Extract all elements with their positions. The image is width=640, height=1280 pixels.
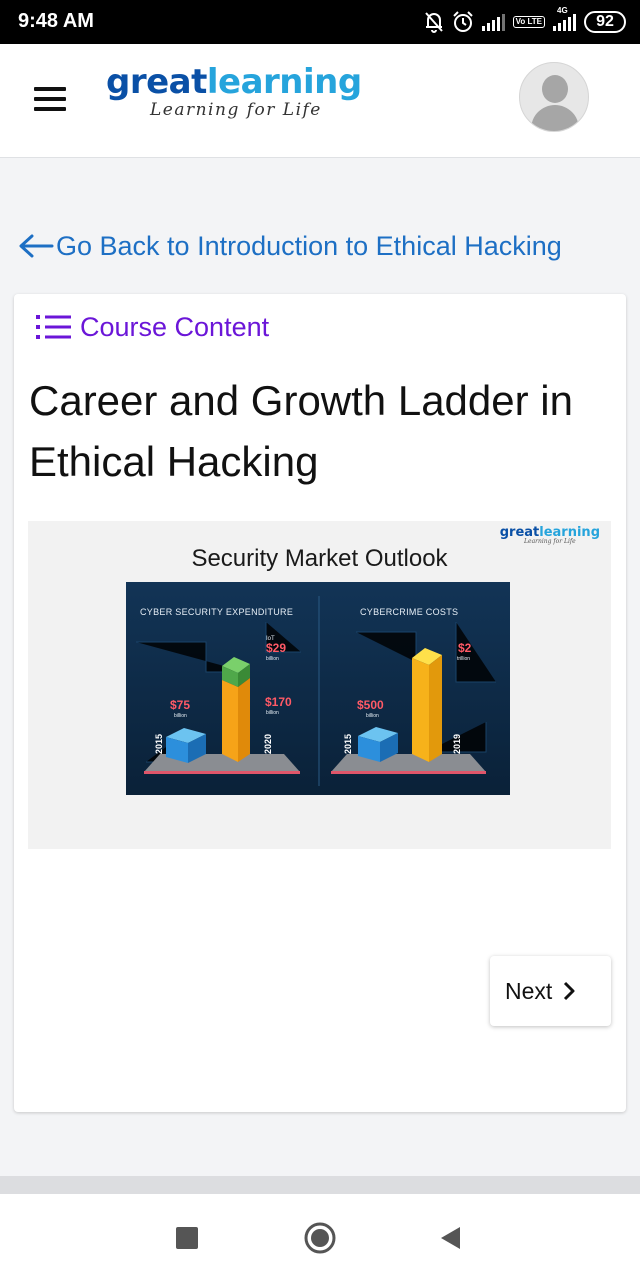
signal-4g-icon: 4G	[553, 6, 576, 31]
infographic-panel: CYBER SECURITY EXPENDITURE IoT $29 billi…	[126, 582, 510, 795]
panel-heading-expenditure: CYBER SECURITY EXPENDITURE	[140, 607, 293, 617]
alarm-icon	[452, 11, 473, 32]
status-time: 9:48 AM	[18, 10, 94, 32]
greatlearning-logo[interactable]: greatlearning Learning for Life	[106, 62, 386, 132]
content-bottom-divider	[0, 1176, 640, 1194]
slide-title: Security Market Outlook	[191, 545, 448, 572]
back-link-label: Go Back to Introduction to Ethical Hacki…	[56, 230, 562, 261]
cybercrime-2015-value: $500	[357, 698, 384, 712]
app-header: greatlearning Learning for Life	[0, 44, 640, 158]
system-nav-bar	[0, 1194, 640, 1280]
battery-level: 92	[596, 13, 614, 30]
volte-icon: Vo LTE	[512, 16, 545, 28]
network-type-label: 4G	[557, 6, 568, 15]
expenditure-2020-value: $170	[265, 695, 292, 709]
status-bar: 9:48 AM Vo LTE 4G 92	[0, 0, 640, 44]
cybercrime-2019-year: 2019	[452, 734, 462, 754]
course-content-button[interactable]: Course Content	[34, 310, 269, 344]
expenditure-2015-value: $75	[170, 698, 190, 712]
slide-logo: greatlearning Learning for Life	[500, 525, 600, 545]
back-triangle-icon[interactable]	[436, 1222, 468, 1254]
expenditure-2020-unit: billion	[266, 710, 279, 716]
logo-word-learning: learning	[206, 62, 362, 102]
lesson-title: Career and Growth Ladder in Ethical Hack…	[29, 377, 573, 485]
battery-icon: 92	[584, 11, 626, 33]
list-icon	[36, 315, 71, 339]
cybercrime-2019-unit: trillion	[457, 656, 470, 662]
lesson-card: Course Content Career and Growth Ladder …	[14, 294, 626, 1112]
back-to-course-link[interactable]: Go Back to Introduction to Ethical Hacki…	[18, 226, 562, 266]
logo-tagline: Learning for Life	[150, 100, 322, 120]
expenditure-2020-year: 2020	[263, 734, 273, 754]
expenditure-2015-unit: billion	[174, 713, 187, 719]
iot-value: $29	[266, 641, 286, 655]
cybercrime-2015-unit: billion	[366, 713, 379, 719]
course-content-label: Course Content	[80, 311, 270, 342]
status-icons: Vo LTE 4G 92	[424, 6, 626, 36]
next-button[interactable]: Next	[490, 956, 611, 1026]
panel-heading-cybercrime: CYBERCRIME COSTS	[360, 607, 458, 617]
arrow-left-icon	[19, 234, 54, 258]
mute-icon	[424, 12, 443, 33]
logo-word-great: great	[106, 62, 207, 102]
iot-unit: billion	[266, 656, 279, 662]
lesson-slide-image: greatlearning Learning for Life Security…	[28, 521, 611, 849]
next-button-label: Next	[505, 977, 553, 1004]
hamburger-icon[interactable]	[34, 87, 66, 111]
signal-icon	[481, 13, 505, 31]
cybercrime-2015-year: 2015	[343, 734, 353, 754]
user-avatar-icon[interactable]	[519, 62, 589, 132]
chevron-right-icon	[564, 981, 575, 1001]
expenditure-2015-year: 2015	[154, 734, 164, 754]
recents-square-icon[interactable]	[171, 1222, 203, 1254]
cybercrime-2019-value: $2	[458, 641, 472, 655]
home-circle-icon[interactable]	[302, 1220, 338, 1256]
